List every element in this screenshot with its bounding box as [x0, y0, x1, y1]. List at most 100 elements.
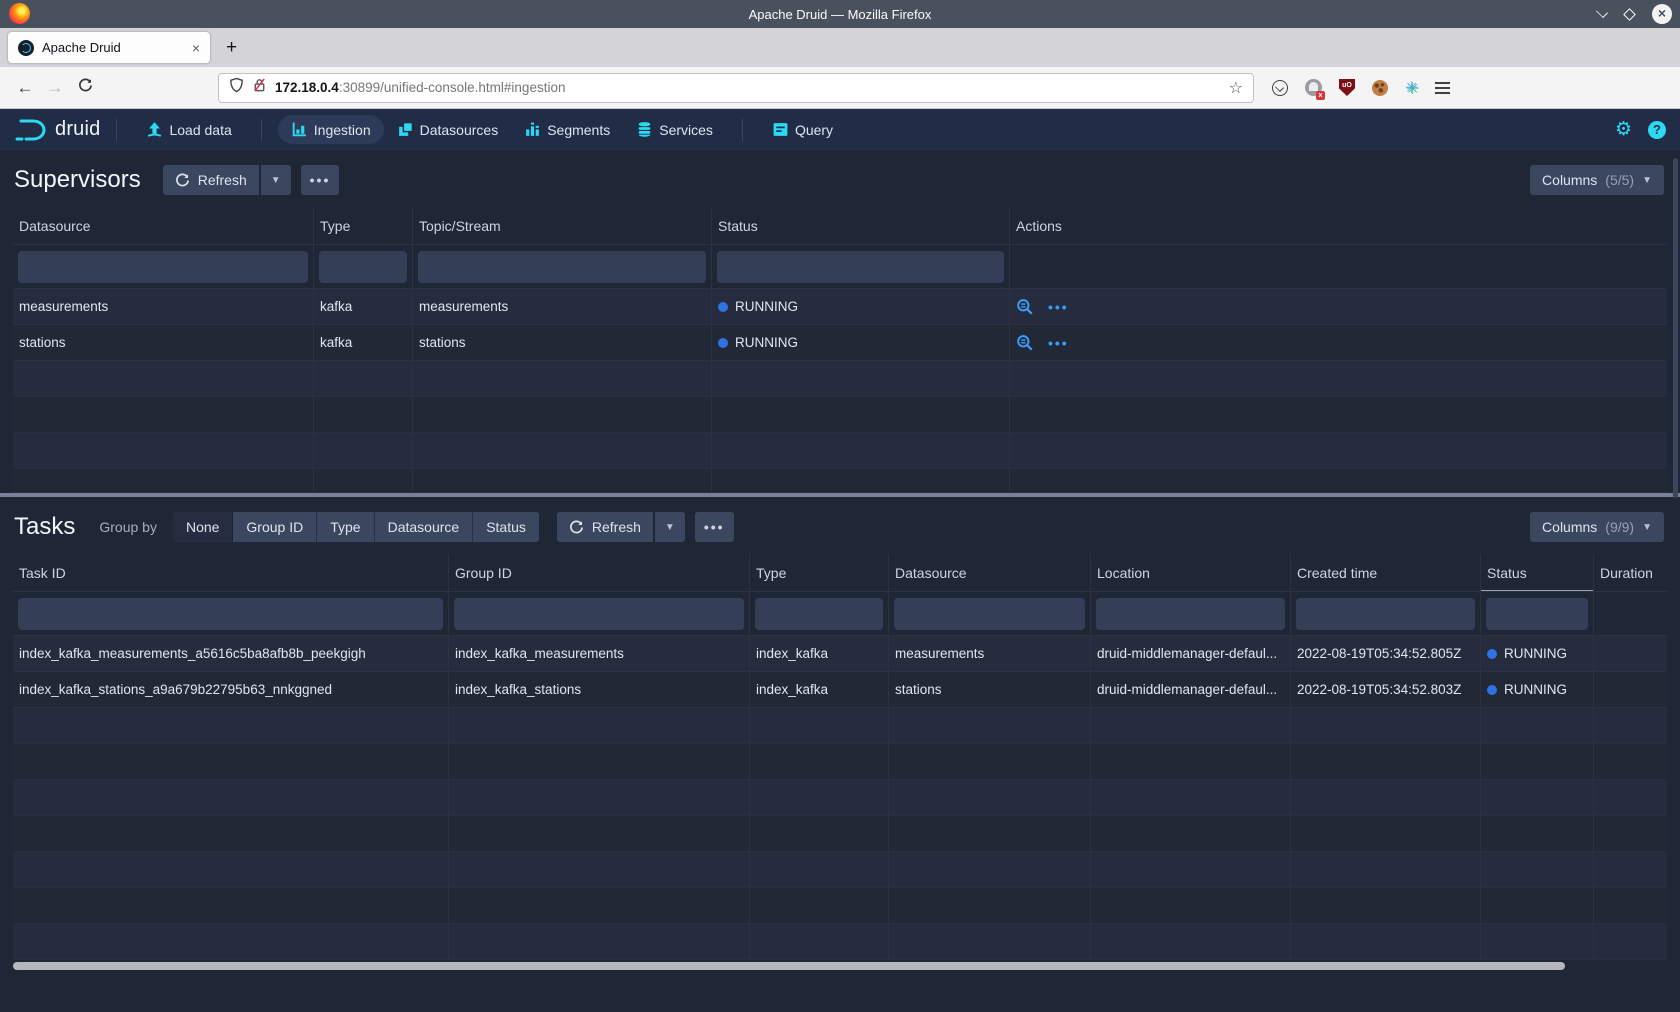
nav-item-load-data[interactable]: Load data: [133, 115, 244, 144]
filter-input-group-id[interactable]: [454, 598, 744, 630]
help-icon[interactable]: ?: [1648, 121, 1666, 139]
cell-status[interactable]: RUNNING: [1481, 636, 1594, 671]
cell-status[interactable]: RUNNING: [712, 325, 1010, 360]
col-header-type[interactable]: Type: [314, 207, 413, 244]
nav-item-ingestion[interactable]: Ingestion: [278, 115, 384, 144]
pocket-icon[interactable]: [1272, 80, 1288, 96]
tab-close-icon[interactable]: ×: [192, 40, 200, 56]
tasks-refresh-dropdown[interactable]: ▼: [655, 512, 685, 542]
filter-input-created-time[interactable]: [1296, 598, 1475, 630]
group-by-none-button[interactable]: None: [173, 512, 233, 542]
supervisor-row[interactable]: stations kafka stations RUNNING •••: [13, 325, 1667, 361]
filter-input-type[interactable]: [319, 251, 407, 283]
cell-group-id[interactable]: index_kafka_measurements: [449, 636, 750, 671]
cell-task-id[interactable]: index_kafka_measurements_a5616c5ba8afb8b…: [13, 636, 449, 671]
reload-button[interactable]: [70, 78, 100, 98]
cell-datasource[interactable]: stations: [13, 325, 314, 360]
tasks-more-button[interactable]: •••: [695, 512, 734, 542]
settings-gear-icon[interactable]: ⚙: [1615, 120, 1632, 139]
shield-icon[interactable]: [229, 77, 244, 98]
row-more-icon[interactable]: •••: [1048, 335, 1069, 351]
window-minimize-icon[interactable]: [1596, 6, 1608, 18]
cell-topic[interactable]: stations: [413, 325, 712, 360]
window-close-icon[interactable]: ×: [1652, 4, 1672, 24]
supervisor-row[interactable]: measurements kafka measurements RUNNING …: [13, 289, 1667, 325]
ublock-icon[interactable]: uO: [1339, 79, 1355, 96]
row-more-icon[interactable]: •••: [1048, 299, 1069, 315]
new-tab-button[interactable]: +: [226, 37, 237, 59]
filter-input-datasource[interactable]: [894, 598, 1085, 630]
vertical-scrollbar[interactable]: [1673, 158, 1678, 498]
col-header-status[interactable]: Status: [712, 207, 1010, 244]
druid-logo[interactable]: druid: [14, 117, 100, 143]
inspect-magnifier-icon[interactable]: [1016, 334, 1034, 352]
supervisors-filter-row: [13, 245, 1667, 289]
cookie-extension-icon[interactable]: [1372, 80, 1388, 96]
group-by-datasource-button[interactable]: Datasource: [375, 512, 474, 542]
extension-asterisk-icon[interactable]: ✳: [1405, 78, 1418, 97]
supervisors-refresh-dropdown[interactable]: ▼: [261, 165, 291, 195]
supervisors-columns-button[interactable]: Columns (5/5) ▼: [1530, 165, 1664, 195]
cell-type[interactable]: index_kafka: [750, 636, 889, 671]
cell-datasource[interactable]: stations: [889, 672, 1091, 707]
filter-input-task-id[interactable]: [18, 598, 443, 630]
filter-input-type[interactable]: [755, 598, 883, 630]
group-by-type-button[interactable]: Type: [317, 512, 374, 542]
cell-status[interactable]: RUNNING: [712, 289, 1010, 324]
cell-created-time[interactable]: 2022-08-19T05:34:52.805Z: [1291, 636, 1481, 671]
filter-input-location[interactable]: [1096, 598, 1285, 630]
filter-input-status[interactable]: [1486, 598, 1588, 630]
cell-type[interactable]: kafka: [314, 289, 413, 324]
cell-type[interactable]: kafka: [314, 325, 413, 360]
task-row[interactable]: index_kafka_stations_a9a679b22795b63_nnk…: [13, 672, 1667, 708]
inspect-magnifier-icon[interactable]: [1016, 298, 1034, 316]
cell-datasource[interactable]: measurements: [13, 289, 314, 324]
window-maximize-icon[interactable]: [1623, 8, 1636, 21]
tab-apache-druid[interactable]: Apache Druid ×: [8, 32, 210, 63]
col-header-datasource[interactable]: Datasource: [13, 207, 314, 244]
privacy-extension-icon[interactable]: [1305, 79, 1322, 96]
filter-input-topic[interactable]: [418, 251, 706, 283]
cell-type[interactable]: index_kafka: [750, 672, 889, 707]
filter-input-status[interactable]: [717, 251, 1004, 283]
ingestion-chart-icon: [291, 121, 308, 138]
cell-topic[interactable]: measurements: [413, 289, 712, 324]
cell-duration[interactable]: [1594, 672, 1667, 707]
col-header-location[interactable]: Location: [1091, 554, 1291, 591]
col-header-group-id[interactable]: Group ID: [449, 554, 750, 591]
back-button[interactable]: ←: [10, 78, 40, 98]
cell-task-id[interactable]: index_kafka_stations_a9a679b22795b63_nnk…: [13, 672, 449, 707]
tasks-refresh-button[interactable]: Refresh: [557, 512, 653, 542]
col-header-duration[interactable]: Duration: [1594, 554, 1667, 591]
group-by-status-button[interactable]: Status: [473, 512, 539, 542]
col-header-task-id[interactable]: Task ID: [13, 554, 449, 591]
nav-item-datasources[interactable]: Datasources: [384, 115, 512, 144]
col-header-status-sorted[interactable]: Status: [1481, 554, 1594, 591]
col-header-topic[interactable]: Topic/Stream: [413, 207, 712, 244]
col-header-datasource[interactable]: Datasource: [889, 554, 1091, 591]
nav-item-services[interactable]: Services: [623, 115, 726, 144]
cell-duration[interactable]: [1594, 636, 1667, 671]
hamburger-menu-icon[interactable]: [1435, 82, 1450, 84]
url-bar[interactable]: 172.18.0.4:30899/unified-console.html#in…: [218, 73, 1254, 103]
supervisors-more-button[interactable]: •••: [301, 165, 340, 195]
col-header-type[interactable]: Type: [750, 554, 889, 591]
tasks-columns-button[interactable]: Columns (9/9) ▼: [1530, 512, 1664, 542]
url-text[interactable]: 172.18.0.4:30899/unified-console.html#in…: [275, 80, 1221, 95]
cell-location[interactable]: druid-middlemanager-defaul...: [1091, 636, 1291, 671]
horizontal-scrollbar[interactable]: [13, 962, 1565, 970]
supervisors-refresh-button[interactable]: Refresh: [163, 165, 259, 195]
cell-location[interactable]: druid-middlemanager-defaul...: [1091, 672, 1291, 707]
cell-datasource[interactable]: measurements: [889, 636, 1091, 671]
bookmark-star-icon[interactable]: ☆: [1229, 78, 1243, 98]
cell-status[interactable]: RUNNING: [1481, 672, 1594, 707]
cell-group-id[interactable]: index_kafka_stations: [449, 672, 750, 707]
insecure-lock-icon[interactable]: [252, 77, 267, 98]
task-row[interactable]: index_kafka_measurements_a5616c5ba8afb8b…: [13, 636, 1667, 672]
nav-item-segments[interactable]: Segments: [511, 115, 623, 144]
cell-created-time[interactable]: 2022-08-19T05:34:52.803Z: [1291, 672, 1481, 707]
nav-item-query[interactable]: Query: [759, 115, 846, 144]
group-by-group-id-button[interactable]: Group ID: [233, 512, 317, 542]
col-header-created-time[interactable]: Created time: [1291, 554, 1481, 591]
filter-input-datasource[interactable]: [18, 251, 308, 283]
